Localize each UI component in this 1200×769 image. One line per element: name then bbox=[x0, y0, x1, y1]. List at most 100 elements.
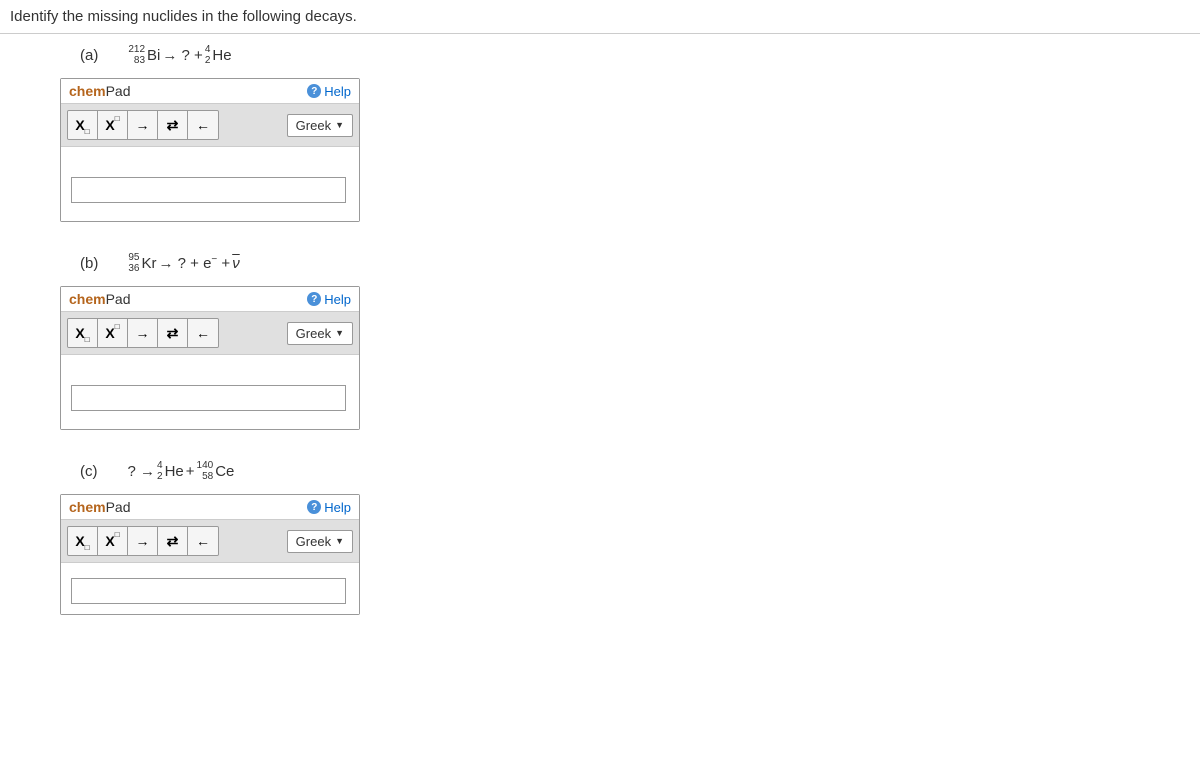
part-label-a: (a) bbox=[80, 47, 98, 64]
answer-input-c[interactable] bbox=[71, 578, 346, 604]
answer-area bbox=[61, 147, 359, 221]
arrow-left-button[interactable]: ← bbox=[188, 111, 218, 139]
greek-dropdown[interactable]: Greek ▼ bbox=[287, 530, 353, 553]
help-link[interactable]: ? Help bbox=[307, 500, 351, 515]
mass-number: 4 bbox=[205, 44, 211, 55]
atomic-number: 58 bbox=[202, 471, 213, 482]
element-symbol: Bi bbox=[147, 47, 160, 64]
toolbar-buttons: X□ X□ → ⇄ ← bbox=[67, 110, 219, 140]
chempad-title: chemPad bbox=[69, 291, 131, 307]
help-icon: ? bbox=[307, 500, 321, 514]
greek-dropdown[interactable]: Greek ▼ bbox=[287, 114, 353, 137]
arrow-right-button[interactable]: → bbox=[128, 527, 158, 555]
greek-dropdown[interactable]: Greek ▼ bbox=[287, 322, 353, 345]
subscript-button[interactable]: X□ bbox=[68, 527, 98, 555]
arrow-right-button[interactable]: → bbox=[128, 111, 158, 139]
subscript-box-icon: □ bbox=[85, 335, 90, 344]
subscript-box-icon: □ bbox=[85, 543, 90, 552]
mass-number: 212 bbox=[128, 44, 145, 55]
help-label: Help bbox=[324, 500, 351, 515]
mass-number: 140 bbox=[197, 460, 214, 471]
atomic-number: 83 bbox=[134, 55, 145, 66]
chempad-header: chemPad ? Help bbox=[61, 287, 359, 312]
part-a: (a) 212 83 Bi → ? + 4 2 He bbox=[60, 44, 1140, 222]
toolbar-buttons: X□ X□ → ⇄ ← bbox=[67, 318, 219, 348]
answer-input-b[interactable] bbox=[71, 385, 346, 411]
chevron-down-icon: ▼ bbox=[335, 328, 344, 338]
help-link[interactable]: ? Help bbox=[307, 292, 351, 307]
answer-input-a[interactable] bbox=[71, 177, 346, 203]
answer-area bbox=[61, 355, 359, 429]
chempad-c: chemPad ? Help X□ X□ → ⇄ ← bbox=[60, 494, 360, 615]
subscript-button[interactable]: X□ bbox=[68, 111, 98, 139]
part-label-c: (c) bbox=[80, 463, 98, 480]
equilibrium-button[interactable]: ⇄ bbox=[158, 527, 188, 555]
part-label-b: (b) bbox=[80, 255, 98, 272]
part-b: (b) 95 36 Kr → ? + e− + ν chemPad bbox=[60, 252, 1140, 430]
answer-area bbox=[61, 563, 359, 614]
superscript-button[interactable]: X□ bbox=[98, 527, 128, 555]
chempad-title-pad: Pad bbox=[106, 291, 131, 307]
superscript-x: X bbox=[105, 117, 114, 133]
mass-number: 4 bbox=[157, 460, 163, 471]
atomic-number: 2 bbox=[205, 55, 211, 66]
subscript-x: X bbox=[75, 117, 84, 133]
chempad-header: chemPad ? Help bbox=[61, 79, 359, 104]
equation-text: → ? + e− + bbox=[158, 254, 230, 272]
equilibrium-button[interactable]: ⇄ bbox=[158, 111, 188, 139]
isotope-he-c: 4 2 He bbox=[157, 460, 184, 482]
chempad-title: chemPad bbox=[69, 499, 131, 515]
help-icon: ? bbox=[307, 292, 321, 306]
part-c: (c) ? → 4 2 He + 140 58 Ce bbox=[60, 460, 1140, 615]
chempad-title: chemPad bbox=[69, 83, 131, 99]
equation-a: (a) 212 83 Bi → ? + 4 2 He bbox=[80, 44, 1140, 66]
chempad-title-chem: chem bbox=[69, 499, 106, 515]
toolbar: X□ X□ → ⇄ ← Greek ▼ bbox=[61, 312, 359, 355]
equation-c: (c) ? → 4 2 He + 140 58 Ce bbox=[80, 460, 1140, 482]
toolbar-buttons: X□ X□ → ⇄ ← bbox=[67, 526, 219, 556]
subscript-button[interactable]: X□ bbox=[68, 319, 98, 347]
superscript-box-icon: □ bbox=[115, 530, 120, 539]
question-text: Identify the missing nuclides in the fol… bbox=[0, 0, 1200, 34]
content-area: (a) 212 83 Bi → ? + 4 2 He bbox=[0, 34, 1200, 655]
chempad-title-pad: Pad bbox=[106, 499, 131, 515]
chempad-title-pad: Pad bbox=[106, 83, 131, 99]
toolbar: X□ X□ → ⇄ ← Greek ▼ bbox=[61, 104, 359, 147]
element-symbol: Ce bbox=[215, 463, 234, 480]
element-symbol: Kr bbox=[141, 255, 156, 272]
isotope-ce: 140 58 Ce bbox=[197, 460, 235, 482]
antineutrino: ν bbox=[232, 255, 240, 272]
subscript-box-icon: □ bbox=[85, 127, 90, 136]
help-icon: ? bbox=[307, 84, 321, 98]
superscript-button[interactable]: X□ bbox=[98, 319, 128, 347]
help-link[interactable]: ? Help bbox=[307, 84, 351, 99]
arrow-right-button[interactable]: → bbox=[128, 319, 158, 347]
greek-label: Greek bbox=[296, 118, 331, 133]
superscript-x: X bbox=[105, 533, 114, 549]
superscript-box-icon: □ bbox=[115, 114, 120, 123]
greek-label: Greek bbox=[296, 534, 331, 549]
chempad-b: chemPad ? Help X□ X□ → ⇄ ← bbox=[60, 286, 360, 430]
equation-text: ? → bbox=[128, 463, 156, 480]
subscript-x: X bbox=[75, 533, 84, 549]
equation-b: (b) 95 36 Kr → ? + e− + ν bbox=[80, 252, 1140, 274]
chevron-down-icon: ▼ bbox=[335, 120, 344, 130]
element-symbol: He bbox=[212, 47, 231, 64]
help-label: Help bbox=[324, 84, 351, 99]
plus-sign: + bbox=[186, 463, 195, 480]
mass-number: 95 bbox=[128, 252, 139, 263]
equation-text: → ? + bbox=[162, 47, 202, 64]
chempad-title-chem: chem bbox=[69, 83, 106, 99]
arrow-left-button[interactable]: ← bbox=[188, 319, 218, 347]
subscript-x: X bbox=[75, 325, 84, 341]
chevron-down-icon: ▼ bbox=[335, 536, 344, 546]
atomic-number: 2 bbox=[157, 471, 163, 482]
help-label: Help bbox=[324, 292, 351, 307]
element-symbol: He bbox=[165, 463, 184, 480]
arrow-left-button[interactable]: ← bbox=[188, 527, 218, 555]
toolbar: X□ X□ → ⇄ ← Greek ▼ bbox=[61, 520, 359, 563]
superscript-button[interactable]: X□ bbox=[98, 111, 128, 139]
isotope-he: 4 2 He bbox=[205, 44, 232, 66]
greek-label: Greek bbox=[296, 326, 331, 341]
equilibrium-button[interactable]: ⇄ bbox=[158, 319, 188, 347]
